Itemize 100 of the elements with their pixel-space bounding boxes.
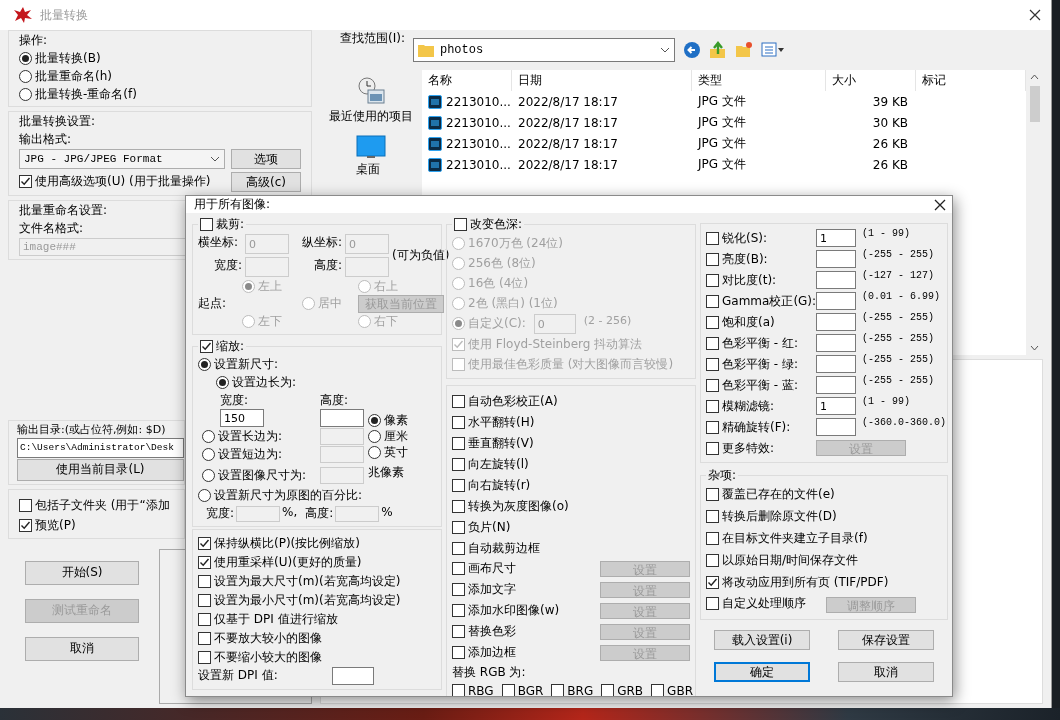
radio-button[interactable]: 设置短边为:: [202, 445, 283, 464]
checkbox[interactable]: 自动裁剪边框: [452, 538, 540, 558]
checkbox[interactable]: 以原始日期/时间保存文件: [706, 550, 859, 571]
checkbox[interactable]: 转换为灰度图像(o): [452, 496, 569, 516]
checkbox[interactable]: 垂直翻转(V): [452, 433, 534, 453]
checkbox[interactable]: 仅基于 DPI 值进行缩放: [198, 610, 338, 628]
height-field[interactable]: [320, 409, 364, 427]
file-name[interactable]: 2213010...: [446, 157, 511, 172]
checkbox[interactable]: 缩放:: [200, 337, 245, 356]
radio-button[interactable]: 批量重命名(h): [19, 68, 112, 85]
value-field[interactable]: [816, 250, 856, 268]
file-name[interactable]: 2213010...: [446, 94, 511, 109]
checkbox[interactable]: 色彩平衡 - 红:: [706, 333, 816, 353]
checkbox[interactable]: 亮度(B):: [706, 249, 816, 269]
value-field[interactable]: [816, 292, 856, 310]
column-header[interactable]: 日期: [512, 70, 692, 91]
checkbox[interactable]: 向右旋转(r): [452, 475, 531, 495]
column-header[interactable]: 类型: [692, 70, 826, 91]
value-field[interactable]: [816, 334, 856, 352]
up-folder-icon[interactable]: [708, 41, 727, 59]
radio-button[interactable]: 批量转换(B): [19, 50, 101, 67]
value-field[interactable]: 1: [816, 229, 856, 247]
checkbox[interactable]: 裁剪:: [200, 215, 245, 234]
checkbox[interactable]: BRG: [551, 682, 594, 696]
radio-button[interactable]: 设置新尺寸为原图的百分比:: [198, 487, 363, 504]
column-header[interactable]: 大小: [826, 70, 916, 91]
radio-button[interactable]: 像素: [368, 412, 408, 429]
checkbox[interactable]: 锐化(S):: [706, 228, 816, 248]
value-field[interactable]: 1: [816, 397, 856, 415]
radio-button[interactable]: 设置图像尺寸为:: [202, 464, 307, 486]
checkbox[interactable]: 使用重采样(U)(更好的质量): [198, 553, 362, 571]
checkbox[interactable]: 自定义处理顺序: [706, 594, 806, 613]
radio-button[interactable]: 设置新尺寸:: [198, 356, 279, 373]
radio-button[interactable]: 设置长边为:: [202, 427, 283, 445]
checkbox[interactable]: 对比度(t):: [706, 270, 816, 290]
scroll-up-icon[interactable]: [1030, 74, 1039, 80]
checkbox[interactable]: 保持纵横比(P)(按比例缩放): [198, 534, 360, 552]
checkbox[interactable]: 饱和度(a): [706, 312, 816, 332]
radio-button[interactable]: 设置边长为:: [216, 374, 297, 391]
dpi-field[interactable]: [332, 667, 374, 685]
checkbox[interactable]: 模糊滤镜:: [706, 396, 816, 416]
checkbox[interactable]: 替换色彩: [452, 622, 516, 641]
checkbox[interactable]: 转换后删除原文件(D): [706, 506, 837, 527]
checkbox[interactable]: 添加水印图像(w): [452, 601, 560, 620]
checkbox[interactable]: 改变色深:: [454, 215, 523, 234]
checkbox[interactable]: 预览(P): [19, 515, 76, 535]
checkbox[interactable]: 画布尺寸: [452, 559, 516, 578]
checkbox[interactable]: 设置为最大尺寸(m)(若宽高均设定): [198, 572, 401, 590]
checkbox[interactable]: 更多特效:: [706, 438, 816, 458]
view-menu-icon[interactable]: [760, 42, 785, 58]
checkbox[interactable]: 自动色彩校正(A): [452, 391, 558, 411]
action-button[interactable]: 取消: [25, 636, 139, 661]
format-dropdown[interactable]: JPG - JPG/JPEG Format: [19, 149, 225, 169]
dialog-button[interactable]: 载入设置(i): [714, 630, 810, 650]
checkbox[interactable]: 设置为最小尺寸(m)(若宽高均设定): [198, 591, 401, 609]
file-name[interactable]: 2213010...: [446, 136, 511, 151]
value-field[interactable]: [816, 376, 856, 394]
checkbox[interactable]: RBG: [452, 682, 494, 696]
checkbox[interactable]: 将改动应用到所有页 (TIF/PDF): [706, 572, 889, 593]
radio-button[interactable]: 批量转换-重命名(f): [19, 86, 137, 103]
dialog-button[interactable]: 确定: [714, 662, 810, 682]
checkbox[interactable]: 向左旋转(l): [452, 454, 529, 474]
checkbox[interactable]: 添加边框: [452, 643, 516, 662]
advanced-button[interactable]: 高级(c): [231, 172, 301, 192]
radio-button[interactable]: 厘米: [368, 428, 408, 445]
close-icon[interactable]: [1029, 9, 1041, 21]
value-field[interactable]: [816, 313, 856, 331]
folder-dropdown[interactable]: photos: [412, 38, 675, 62]
use-current-folder-button[interactable]: 使用当前目录(L): [17, 458, 184, 481]
checkbox[interactable]: GBR: [651, 682, 693, 696]
checkbox[interactable]: 覆盖已存在的文件(e): [706, 484, 835, 505]
output-path-field[interactable]: C:\Users\Administrator\Desk: [17, 437, 184, 458]
checkbox[interactable]: Gamma校正(G):: [706, 291, 816, 311]
checkbox[interactable]: 负片(N): [452, 517, 511, 537]
width-field[interactable]: 150: [220, 409, 264, 427]
scroll-down-icon[interactable]: [1030, 345, 1039, 351]
column-header[interactable]: 名称: [422, 70, 512, 91]
checkbox[interactable]: 不要放大较小的图像: [198, 629, 322, 647]
checkbox[interactable]: GRB: [601, 682, 644, 696]
dialog-button[interactable]: 取消: [838, 662, 934, 682]
dialog-button[interactable]: 保存设置: [838, 630, 934, 650]
value-field[interactable]: [816, 418, 856, 436]
new-folder-icon[interactable]: [734, 41, 753, 59]
checkbox[interactable]: 色彩平衡 - 绿:: [706, 354, 816, 374]
checkbox[interactable]: 精确旋转(F):: [706, 417, 816, 437]
value-field[interactable]: [816, 355, 856, 373]
checkbox[interactable]: BGR: [501, 682, 544, 696]
checkbox[interactable]: 色彩平衡 - 蓝:: [706, 375, 816, 395]
value-field[interactable]: [816, 271, 856, 289]
checkbox[interactable]: 添加文字: [452, 580, 516, 599]
checkbox[interactable]: 在目标文件夹建立子目录(f): [706, 528, 868, 549]
checkbox[interactable]: 水平翻转(H): [452, 412, 535, 432]
checkbox[interactable]: 包括子文件夹 (用于“添加: [19, 495, 170, 515]
action-button[interactable]: 开始(S): [25, 560, 139, 585]
scrollbar-thumb[interactable]: [1029, 86, 1040, 122]
radio-button[interactable]: 英寸: [368, 444, 408, 461]
options-button[interactable]: 选项: [231, 149, 301, 169]
checkbox[interactable]: 不要缩小较大的图像: [198, 648, 322, 666]
close-icon[interactable]: [934, 198, 946, 211]
file-name[interactable]: 2213010...: [446, 115, 511, 130]
